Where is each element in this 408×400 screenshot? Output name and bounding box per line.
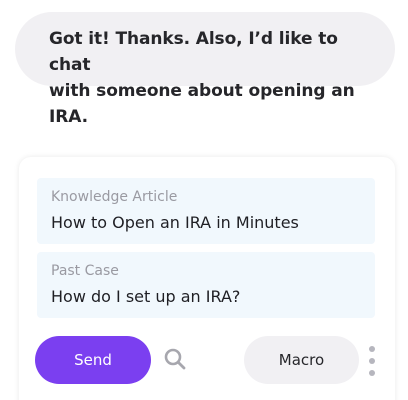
customer-message-line-1: Got it! Thanks. Also, I’d like to chat xyxy=(49,29,338,75)
suggestion-past-case[interactable]: Past Case How do I set up an IRA? xyxy=(37,252,375,318)
suggestion-title: How do I set up an IRA? xyxy=(51,287,241,306)
reply-suggestions-panel: Knowledge Article How to Open an IRA in … xyxy=(19,157,395,400)
search-icon[interactable] xyxy=(163,347,187,371)
customer-message-bubble: Got it! Thanks. Also, I’d like to chat w… xyxy=(15,12,395,127)
suggestion-type-label: Past Case xyxy=(51,263,119,279)
customer-message-line-2: with someone about opening an IRA. xyxy=(49,81,355,127)
macro-button[interactable]: Macro xyxy=(244,336,359,384)
chat-page: Got it! Thanks. Also, I’d like to chat w… xyxy=(0,0,408,400)
suggestion-title: How to Open an IRA in Minutes xyxy=(51,213,299,232)
more-vertical-icon[interactable] xyxy=(366,346,378,376)
suggestion-knowledge-article[interactable]: Knowledge Article How to Open an IRA in … xyxy=(37,178,375,244)
suggestion-type-label: Knowledge Article xyxy=(51,189,178,205)
send-button[interactable]: Send xyxy=(35,336,151,384)
